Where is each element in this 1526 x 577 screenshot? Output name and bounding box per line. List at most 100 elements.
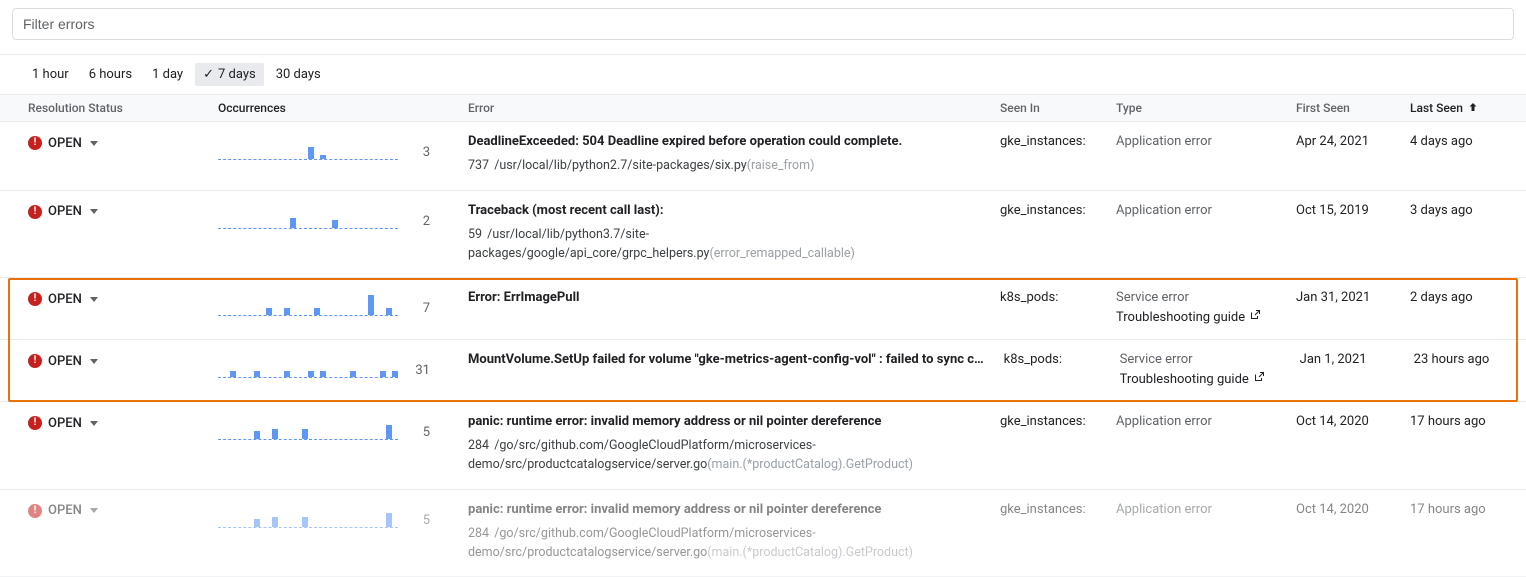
last-seen: 3 days ago [1410,203,1510,218]
divider [0,54,1526,55]
th-type[interactable]: Type [1116,101,1296,115]
error-title[interactable]: Traceback (most recent call last): [468,203,980,218]
error-title[interactable]: DeadlineExceeded: 504 Deadline expired b… [468,134,980,149]
error-status-icon [28,354,42,368]
error-type: Application error [1116,203,1296,218]
status-label: OPEN [48,503,82,518]
error-type: Application error [1116,134,1296,149]
sparkline [218,290,398,316]
time-tab-1-hour[interactable]: 1 hour [24,63,77,86]
filter-bar[interactable] [12,8,1514,40]
table-row[interactable]: OPEN2Traceback (most recent call last):5… [0,191,1526,279]
filter-input[interactable] [23,16,1503,32]
th-seen-in[interactable]: Seen In [1000,101,1116,115]
chevron-down-icon [90,141,98,146]
error-status-icon [28,292,42,306]
error-rows: OPEN 3 DeadlineExceeded: 504 Deadline expi… [0,122,1526,577]
table-row[interactable]: OPEN7Error: ErrImagePullk8s_pods:Service… [0,278,1526,340]
error-title[interactable]: Error: ErrImagePull [468,290,980,305]
troubleshooting-guide-link[interactable]: Troubleshooting guide [1120,371,1265,387]
table-row[interactable]: OPEN 3 DeadlineExceeded: 504 Deadline expi… [0,122,1526,191]
error-type: Service error [1120,352,1300,367]
check-icon [203,67,214,82]
first-seen: Jan 31, 2021 [1296,290,1410,305]
stack-function: (main.(*productCatalog).GetProduct) [707,457,913,472]
th-last-seen[interactable]: Last Seen [1410,101,1510,116]
resolution-status-dropdown[interactable]: OPEN [28,414,218,432]
chevron-down-icon [90,508,98,513]
error-stack-frame: 737 /usr/local/lib/python2.7/site-packag… [468,157,948,176]
resolution-status-dropdown[interactable]: OPEN [28,352,218,370]
time-tab-label: 7 days [218,67,256,82]
sparkline [218,414,398,440]
chevron-down-icon [90,421,98,426]
error-stack-frame: 284 /go/src/github.com/GoogleCloudPlatfo… [468,525,948,563]
error-type: Application error [1116,414,1296,429]
resolution-status-dropdown[interactable]: OPEN [28,134,218,152]
status-label: OPEN [48,136,82,151]
th-error[interactable]: Error [468,101,1000,115]
occurrence-count: 3 [412,145,430,160]
error-title[interactable]: panic: runtime error: invalid memory add… [468,414,980,429]
time-tab-1-day[interactable]: 1 day [144,63,191,86]
stack-function: (raise_from) [747,158,815,173]
error-type: Application error [1116,502,1296,517]
stack-lineno: 284 [468,526,492,541]
table-header: Resolution Status Occurrences Error Seen… [0,94,1526,122]
chevron-down-icon [90,209,98,214]
status-label: OPEN [48,416,82,431]
table-row[interactable]: OPEN 31 MountVolume.SetUp failed for volum… [0,340,1526,402]
status-label: OPEN [48,354,82,369]
last-seen: 4 days ago [1410,134,1510,149]
occurrence-count: 5 [412,425,430,440]
time-tab-label: 1 day [152,67,183,82]
chevron-down-icon [90,359,98,364]
first-seen: Oct 14, 2020 [1296,502,1410,517]
resolution-status-dropdown[interactable]: OPEN [28,502,218,520]
sparkline [218,352,398,378]
sparkline [218,203,398,229]
stack-function: (error_remapped_callable) [709,246,854,261]
sparkline [218,134,398,160]
time-range-tabs: 1 hour 6 hours 1 day 7 days 30 days [0,63,1526,94]
error-status-icon [28,416,42,430]
table-row[interactable]: OPEN 5 panic: runtime error: invalid memor… [0,490,1526,577]
resolution-status-dropdown[interactable]: OPEN [28,290,218,308]
last-seen: 23 hours ago [1414,352,1514,367]
troubleshooting-guide-label: Troubleshooting guide [1116,310,1245,325]
error-status-icon [28,504,42,518]
seen-in: k8s_pods: [1004,352,1120,367]
time-tab-label: 30 days [276,67,321,82]
chevron-down-icon [90,297,98,302]
stack-lineno: 284 [468,438,492,453]
last-seen: 17 hours ago [1410,502,1510,517]
th-occurrences[interactable]: Occurrences [218,101,468,115]
troubleshooting-guide-link[interactable]: Troubleshooting guide [1116,309,1261,325]
table-row[interactable]: OPEN 5 panic: runtime error: invalid memor… [0,402,1526,490]
sparkline [218,502,398,528]
error-type: Service error [1116,290,1296,305]
occurrence-count: 5 [412,513,430,528]
status-label: OPEN [48,204,82,219]
occurrence-count: 7 [412,301,430,316]
th-first-seen[interactable]: First Seen [1296,101,1410,115]
error-status-icon [28,205,42,219]
error-title[interactable]: MountVolume.SetUp failed for volume "gke… [468,352,984,367]
time-tab-label: 1 hour [32,67,69,82]
th-resolution-status[interactable]: Resolution Status [28,101,218,115]
resolution-status-dropdown[interactable]: OPEN [28,203,218,221]
error-stack-frame: 59 /usr/local/lib/python3.7/site-package… [468,226,948,264]
stack-lineno: 737 [468,158,492,173]
stack-path: /usr/local/lib/python2.7/site-packages/s… [494,158,747,173]
time-tab-7-days[interactable]: 7 days [195,63,264,86]
status-label: OPEN [48,292,82,307]
error-title[interactable]: panic: runtime error: invalid memory add… [468,502,980,517]
time-tab-6-hours[interactable]: 6 hours [81,63,140,86]
error-stack-frame: 284 /go/src/github.com/GoogleCloudPlatfo… [468,437,948,475]
time-tab-label: 6 hours [89,67,132,82]
seen-in: gke_instances: [1000,414,1116,429]
time-tab-30-days[interactable]: 30 days [268,63,329,86]
last-seen: 17 hours ago [1410,414,1510,429]
error-status-icon [28,136,42,150]
occurrence-count: 31 [412,363,430,378]
